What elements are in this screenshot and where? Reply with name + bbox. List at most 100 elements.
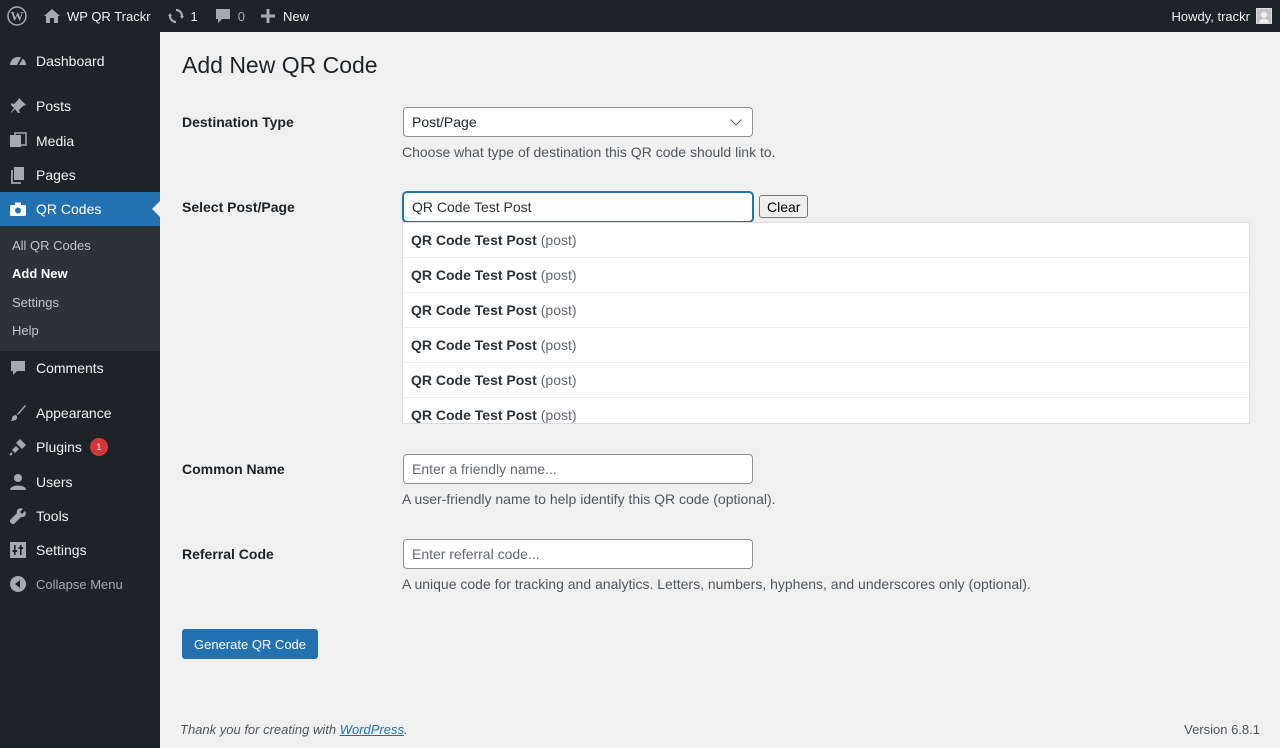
wordpress-logo-menu[interactable]: W [0,0,35,32]
menu-item-plugins[interactable]: Plugins 1 [0,430,160,464]
plugins-update-badge: 1 [89,438,108,456]
avatar [1256,8,1272,24]
result-type: (post) [540,337,577,353]
result-type: (post) [540,302,577,318]
menu-item-pages[interactable]: Pages [0,158,160,192]
list-item[interactable]: QR Code Test Post (post) [403,223,1249,258]
dashboard-icon [0,52,36,70]
updates-count: 1 [190,8,198,24]
destination-type-label: Destination Type [182,114,294,130]
menu-label-appearance: Appearance [36,405,112,421]
page-title: Add New QR Code [182,52,378,78]
generate-qr-code-button[interactable]: Generate QR Code [182,629,319,659]
list-item[interactable]: QR Code Test Post (post) [403,258,1249,293]
menu-label-tools: Tools [36,508,69,524]
pages-icon [0,166,36,184]
comment-bubble-icon [215,9,230,23]
wrench-icon [0,507,36,525]
new-content-link[interactable]: New [253,0,317,32]
submenu-add-new[interactable]: Add New [12,266,68,281]
user-icon [0,473,36,491]
updates-icon [167,8,184,24]
select-post-label: Select Post/Page [182,199,295,215]
result-title: QR Code Test Post [411,407,537,423]
referral-code-label: Referral Code [182,546,274,562]
common-name-input[interactable] [403,454,753,484]
result-type: (post) [540,232,577,248]
list-item[interactable]: QR Code Test Post (post) [403,363,1249,398]
camera-icon [0,201,36,217]
result-title: QR Code Test Post [411,267,537,283]
chevron-down-icon [730,114,742,126]
post-search-input[interactable] [403,192,753,222]
destination-type-select[interactable]: Post/Page [403,107,753,137]
menu-label-posts: Posts [36,98,72,114]
result-type: (post) [540,267,577,283]
home-icon [44,9,60,23]
admin-bar: W WP QR Trackr 1 0 New Howdy, trackr [0,0,1280,32]
result-title: QR Code Test Post [411,302,537,318]
site-name-link[interactable]: WP QR Trackr [35,0,159,32]
menu-label-dashboard: Dashboard [36,53,105,69]
menu-label-plugins: Plugins [36,439,82,455]
svg-text:W: W [11,9,24,24]
menu-item-comments[interactable]: Comments [0,351,160,385]
menu-label-collapse: Collapse Menu [36,576,123,592]
destination-type-value: Post/Page [412,114,477,130]
menu-label-media: Media [36,133,75,149]
footer-thanks-suffix: . [404,722,408,737]
menu-item-posts[interactable]: Posts [0,89,160,123]
menu-item-settings[interactable]: Settings [0,533,160,567]
comments-icon [0,360,36,376]
common-name-label: Common Name [182,461,285,477]
wordpress-logo-icon: W [7,6,27,26]
collapse-arrow-icon [0,575,36,593]
list-item[interactable]: QR Code Test Post (post) [403,293,1249,328]
menu-item-dashboard[interactable]: Dashboard [0,44,160,78]
qr-codes-submenu: All QR Codes Add New Settings Help [0,226,160,351]
comments-link[interactable]: 0 [206,0,253,32]
clear-button[interactable]: Clear [759,195,809,218]
list-item[interactable]: QR Code Test Post (post) [403,398,1249,423]
menu-label-pages: Pages [36,167,76,183]
version-text: Version 6.8.1 [1184,722,1260,737]
result-type: (post) [540,407,577,423]
settings-sliders-icon [0,541,36,559]
menu-item-media[interactable]: Media [0,124,160,158]
footer-thanks: Thank you for creating with WordPress. [180,722,408,737]
pushpin-icon [0,97,36,115]
submenu-settings[interactable]: Settings [12,295,59,310]
updates-link[interactable]: 1 [159,0,206,32]
comments-count: 0 [237,8,246,24]
plus-icon [261,9,276,23]
paintbrush-icon [0,404,36,422]
footer-thanks-prefix: Thank you for creating with [180,722,340,737]
admin-sidebar: Dashboard Posts Media Pages QR Codes All… [0,32,160,748]
new-label: New [283,8,310,24]
menu-label-qr-codes: QR Codes [36,201,102,217]
list-item[interactable]: QR Code Test Post (post) [403,328,1249,363]
post-search-results[interactable]: QR Code Test Post (post) QR Code Test Po… [402,222,1250,424]
media-icon [0,132,36,150]
plugin-icon [0,438,36,456]
submenu-help[interactable]: Help [12,323,39,338]
menu-item-users[interactable]: Users [0,465,160,499]
menu-label-settings: Settings [36,542,87,558]
result-title: QR Code Test Post [411,232,537,248]
howdy-text: Howdy, trackr [1171,8,1251,24]
referral-code-description: A unique code for tracking and analytics… [402,576,1031,592]
submenu-all-qr-codes[interactable]: All QR Codes [12,238,91,253]
wordpress-link[interactable]: WordPress [340,722,404,737]
referral-code-input[interactable] [403,539,753,569]
destination-type-description: Choose what type of destination this QR … [402,144,776,160]
my-account-menu[interactable]: Howdy, trackr [1172,0,1280,32]
menu-item-tools[interactable]: Tools [0,499,160,533]
menu-item-appearance[interactable]: Appearance [0,396,160,430]
menu-label-comments: Comments [36,360,104,376]
result-title: QR Code Test Post [411,372,537,388]
result-title: QR Code Test Post [411,337,537,353]
site-name: WP QR Trackr [67,8,151,24]
common-name-description: A user-friendly name to help identify th… [402,491,776,507]
collapse-menu-button[interactable]: Collapse Menu [0,567,160,601]
menu-item-qr-codes[interactable]: QR Codes [0,192,160,226]
